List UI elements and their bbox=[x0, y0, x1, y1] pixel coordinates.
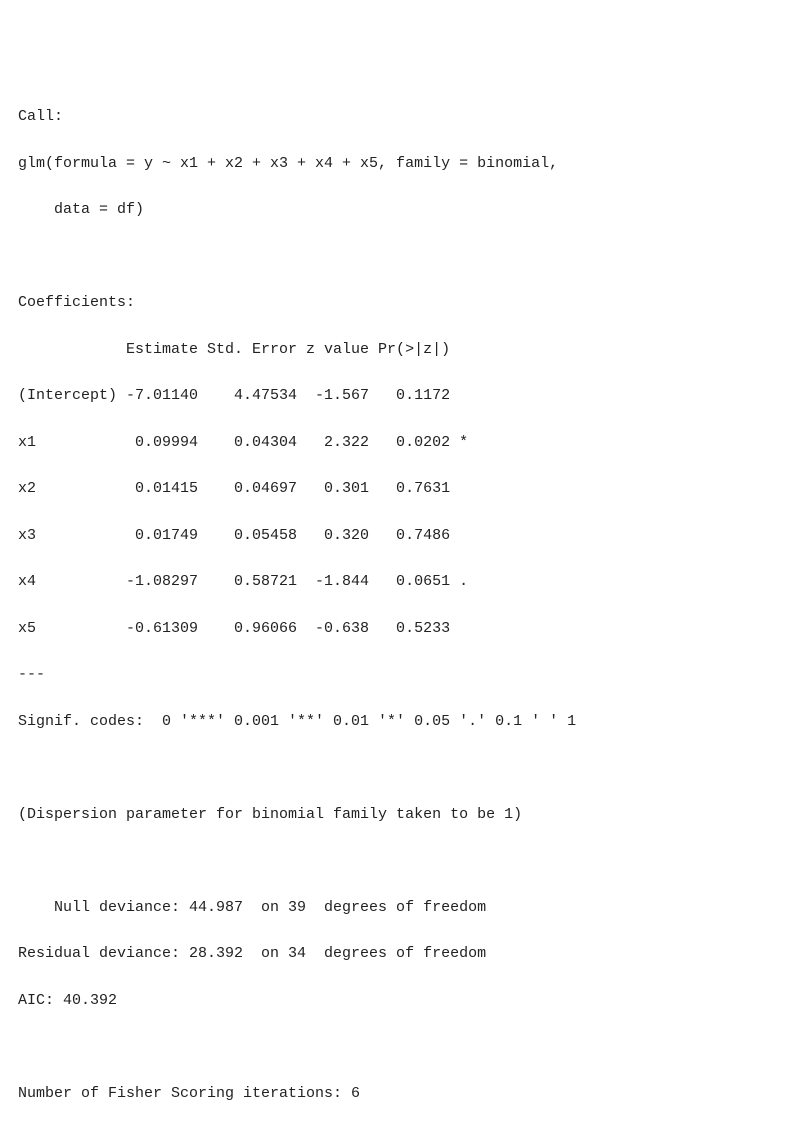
row-x1: x1 0.09994 0.04304 2.322 0.0202 * bbox=[18, 434, 468, 451]
coefficients-column-headers: Estimate Std. Error z value Pr(>|z|) bbox=[18, 341, 468, 358]
fisher-scoring: Number of Fisher Scoring iterations: 6 bbox=[18, 1085, 360, 1102]
row-x5: x5 -0.61309 0.96066 -0.638 0.5233 bbox=[18, 620, 468, 637]
call-line-2: data = df) bbox=[18, 201, 144, 218]
row-intercept: (Intercept) -7.01140 4.47534 -1.567 0.11… bbox=[18, 387, 468, 404]
row-x2: x2 0.01415 0.04697 0.301 0.7631 bbox=[18, 480, 468, 497]
row-x4: x4 -1.08297 0.58721 -1.844 0.0651 . bbox=[18, 573, 468, 590]
coefficients-header: Coefficients: bbox=[18, 294, 135, 311]
row-x3: x3 0.01749 0.05458 0.320 0.7486 bbox=[18, 527, 468, 544]
null-deviance: Null deviance: 44.987 on 39 degrees of f… bbox=[18, 899, 486, 916]
dispersion-line: (Dispersion parameter for binomial famil… bbox=[18, 806, 522, 823]
call-line-1: glm(formula = y ~ x1 + x2 + x3 + x4 + x5… bbox=[18, 155, 558, 172]
call-header: Call: bbox=[18, 108, 63, 125]
significance-codes: Signif. codes: 0 '***' 0.001 '**' 0.01 '… bbox=[18, 713, 576, 730]
separator-dashes: --- bbox=[18, 666, 45, 683]
residual-deviance: Residual deviance: 28.392 on 34 degrees … bbox=[18, 945, 486, 962]
aic-line: AIC: 40.392 bbox=[18, 992, 117, 1009]
